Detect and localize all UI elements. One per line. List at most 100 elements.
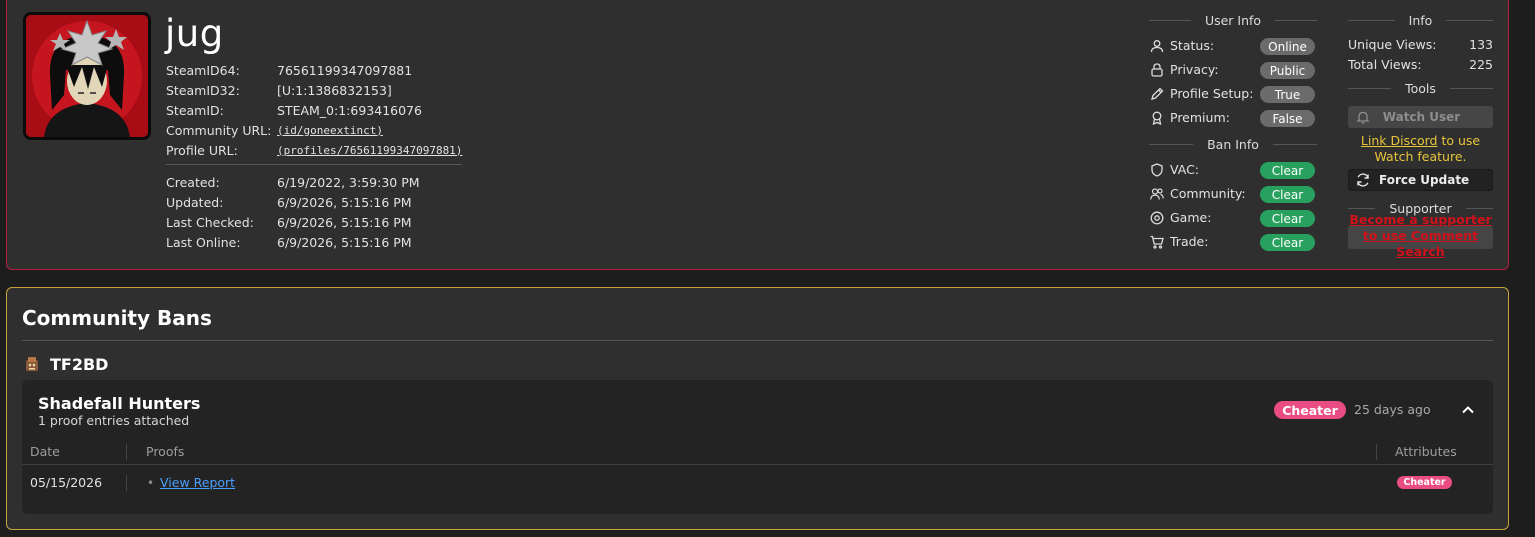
avatar bbox=[23, 12, 151, 140]
community-ban-badge: Clear bbox=[1260, 186, 1315, 203]
status-label: Status: bbox=[1170, 38, 1215, 53]
community-url-row: Community URL: (id/goneextinct) bbox=[166, 120, 462, 140]
steamid-label: SteamID: bbox=[166, 102, 224, 118]
profile-setup-label: Profile Setup: bbox=[1170, 86, 1254, 101]
steamid32-row: SteamID32: [U:1:1386832153] bbox=[166, 80, 462, 100]
profile-url-link[interactable]: (profiles/76561199347097881) bbox=[277, 144, 462, 157]
chevron-up-icon[interactable] bbox=[1460, 402, 1476, 418]
last-checked-label: Last Checked: bbox=[166, 214, 254, 230]
ban-group-name: Shadefall Hunters bbox=[38, 394, 201, 413]
link-discord-link[interactable]: Link Discord bbox=[1361, 133, 1438, 148]
created-row: Created: 6/19/2022, 3:59:30 PM bbox=[166, 172, 420, 192]
created-label: Created: bbox=[166, 174, 220, 190]
divider bbox=[22, 340, 1493, 341]
heading-rule bbox=[1449, 88, 1494, 89]
vac-label: VAC: bbox=[1170, 162, 1200, 177]
column-header-proofs: Proofs bbox=[146, 444, 185, 459]
tools-heading: Tools bbox=[1348, 81, 1494, 96]
lock-icon bbox=[1150, 62, 1164, 77]
last-online-value: 6/9/2026, 5:15:16 PM bbox=[277, 234, 412, 250]
game-ban-badge: Clear bbox=[1260, 210, 1315, 227]
heading-rule bbox=[1348, 20, 1395, 21]
game-ban-row: Game: bbox=[1150, 210, 1211, 225]
column-separator bbox=[126, 444, 127, 460]
tools-heading-text: Tools bbox=[1405, 81, 1436, 96]
profile-url-label: Profile URL: bbox=[166, 142, 238, 158]
heading-rule bbox=[1149, 20, 1191, 21]
privacy-label: Privacy: bbox=[1170, 62, 1219, 77]
pencil-icon bbox=[1150, 87, 1164, 101]
community-ban-row: Community: bbox=[1150, 186, 1246, 201]
column-separator bbox=[1376, 444, 1377, 460]
date-list: Created: 6/19/2022, 3:59:30 PM Updated: … bbox=[166, 172, 420, 252]
steam-id-list: SteamID64: 76561199347097881 SteamID32: … bbox=[166, 60, 462, 160]
community-bans-title: Community Bans bbox=[22, 306, 212, 330]
tf2bd-icon bbox=[22, 354, 42, 374]
watch-user-button[interactable]: Watch User bbox=[1348, 106, 1493, 128]
username: jug bbox=[165, 12, 224, 55]
last-checked-row: Last Checked: 6/9/2026, 5:15:16 PM bbox=[166, 212, 420, 232]
attribute-cheater-badge: Cheater bbox=[1397, 476, 1452, 489]
ban-source-name: TF2BD bbox=[50, 354, 109, 374]
total-views-label: Total Views: bbox=[1348, 57, 1422, 72]
community-url-link[interactable]: (id/goneextinct) bbox=[277, 124, 383, 137]
vac-badge: Clear bbox=[1260, 162, 1315, 179]
privacy-row: Privacy: bbox=[1150, 62, 1219, 77]
premium-label: Premium: bbox=[1170, 110, 1230, 125]
force-update-button[interactable]: Force Update bbox=[1348, 169, 1493, 191]
ban-time-ago: 25 days ago bbox=[1354, 402, 1431, 417]
award-icon bbox=[1150, 111, 1164, 125]
updated-value: 6/9/2026, 5:15:16 PM bbox=[277, 194, 412, 210]
status-badge: Online bbox=[1260, 38, 1315, 55]
heading-rule bbox=[1446, 20, 1494, 21]
premium-badge: False bbox=[1260, 110, 1315, 127]
cheater-badge: Cheater bbox=[1274, 401, 1346, 419]
created-value: 6/19/2022, 3:59:30 PM bbox=[277, 174, 420, 190]
heading-rule bbox=[1272, 144, 1318, 145]
users-icon bbox=[1150, 187, 1164, 201]
target-icon bbox=[1150, 211, 1164, 225]
ban-group-panel: Shadefall Hunters 1 proof entries attach… bbox=[22, 380, 1493, 514]
premium-row: Premium: bbox=[1150, 110, 1230, 125]
cart-icon bbox=[1150, 235, 1164, 249]
heading-rule bbox=[1275, 20, 1317, 21]
steamid64-value[interactable]: 76561199347097881 bbox=[277, 63, 412, 78]
heading-rule bbox=[1348, 208, 1376, 209]
ban-info-heading: Ban Info bbox=[1149, 137, 1318, 152]
divider bbox=[166, 164, 462, 165]
proof-date: 05/15/2026 bbox=[30, 475, 103, 490]
community-url-label: Community URL: bbox=[166, 122, 272, 138]
bell-icon bbox=[1356, 110, 1370, 124]
bullet-icon: • bbox=[147, 476, 155, 490]
force-update-label: Force Update bbox=[1379, 173, 1470, 187]
last-checked-value: 6/9/2026, 5:15:16 PM bbox=[277, 214, 412, 230]
vac-row: VAC: bbox=[1150, 162, 1199, 177]
heading-rule bbox=[1465, 208, 1493, 209]
profile-card: jug SteamID64: 76561199347097881 SteamID… bbox=[6, 0, 1509, 270]
refresh-icon bbox=[1355, 172, 1371, 188]
ban-info-heading-text: Ban Info bbox=[1207, 137, 1259, 152]
shield-icon bbox=[1150, 162, 1164, 177]
game-ban-label: Game: bbox=[1170, 210, 1212, 225]
last-online-label: Last Online: bbox=[166, 234, 241, 250]
profile-url-row: Profile URL: (profiles/76561199347097881… bbox=[166, 140, 462, 160]
steamid64-label: SteamID64: bbox=[166, 62, 240, 78]
steamid64-row: SteamID64: 76561199347097881 bbox=[166, 60, 462, 80]
user-info-heading-text: User Info bbox=[1204, 13, 1262, 28]
heading-rule bbox=[1149, 144, 1194, 145]
steamid32-value[interactable]: [U:1:1386832153] bbox=[277, 83, 392, 98]
become-supporter-link[interactable]: Become a supporter to use Comment Search bbox=[1348, 212, 1493, 260]
unique-views-value: 133 bbox=[1469, 37, 1493, 52]
steamid-value[interactable]: STEAM_0:1:693416076 bbox=[277, 103, 422, 118]
view-report-link[interactable]: View Report bbox=[160, 475, 235, 490]
column-header-date: Date bbox=[30, 444, 60, 459]
watch-user-label: Watch User bbox=[1382, 110, 1461, 124]
profile-setup-badge: True bbox=[1260, 86, 1315, 103]
community-bans-card: Community Bans TF2BD Shadefall Hunters 1… bbox=[6, 287, 1509, 530]
steamid32-label: SteamID32: bbox=[166, 82, 240, 98]
status-row: Status: bbox=[1150, 38, 1214, 53]
table-row-divider bbox=[22, 464, 1493, 465]
info-heading-text: Info bbox=[1408, 13, 1433, 28]
discord-note: Link Discord to use Watch feature. bbox=[1348, 133, 1493, 165]
info-heading: Info bbox=[1348, 13, 1494, 28]
